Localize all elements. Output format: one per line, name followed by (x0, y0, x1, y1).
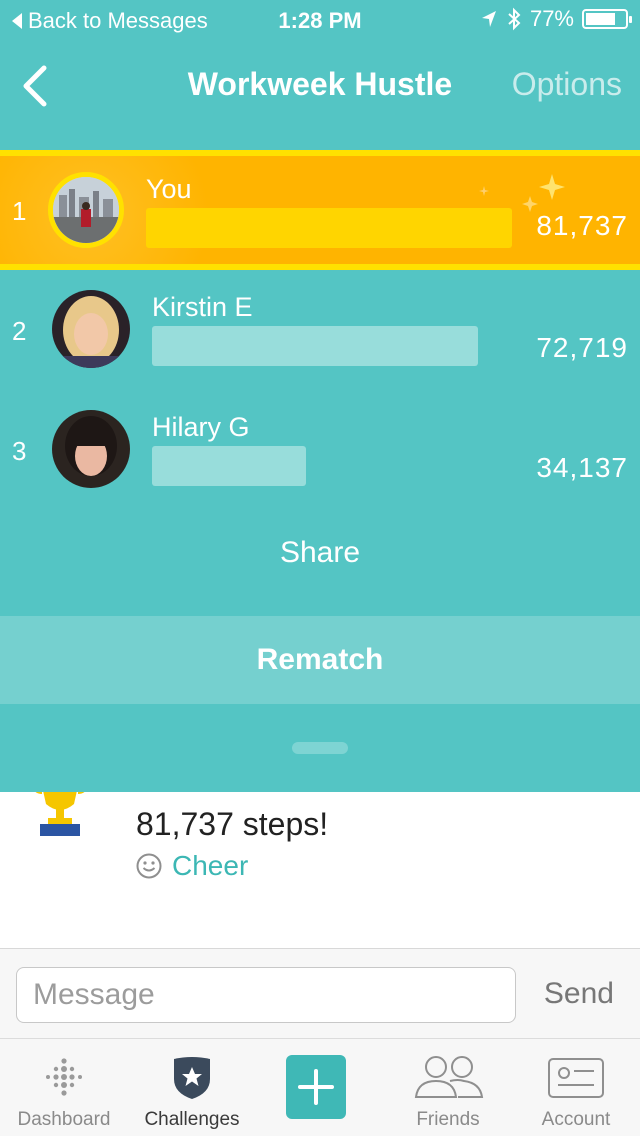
progress-bar (152, 446, 306, 486)
tab-label: Friends (416, 1109, 480, 1130)
avatar (52, 290, 130, 368)
drawer-handle[interactable] (292, 742, 348, 754)
battery-icon (582, 9, 632, 29)
step-count: 72,719 (536, 332, 628, 363)
status-indicators: 77% (480, 6, 632, 32)
tab-dashboard[interactable]: Dashboard (0, 1039, 128, 1136)
battery-percent: 77% (529, 6, 574, 31)
message-steps: 81,737 steps! (136, 806, 329, 842)
participant-name: Hilary G (152, 412, 250, 442)
people-icon (414, 1056, 484, 1098)
battery-nub (629, 16, 632, 23)
tab-label: Dashboard (17, 1109, 111, 1130)
challenge-panel: Back to Messages 1:28 PM 77% Workweek Hu… (0, 0, 640, 792)
tab-bar: Dashboard Challenges Friends Account (0, 1038, 640, 1136)
navigation-bar: Workweek Hustle Options (0, 50, 640, 120)
tab-label: Account (541, 1109, 611, 1130)
step-count: 34,137 (536, 452, 628, 483)
leaderboard-row[interactable]: 2 Kirstin E 72,719 (0, 270, 640, 390)
message-text: 81,737 steps! (136, 806, 328, 843)
send-button[interactable]: Send (544, 977, 614, 1011)
rank-number: 3 (12, 436, 27, 466)
participant-name: You (146, 174, 192, 204)
avatar (52, 410, 130, 488)
message-input[interactable] (16, 967, 516, 1023)
cheer-button[interactable]: Cheer (136, 850, 248, 882)
tab-account[interactable]: Account (512, 1039, 640, 1136)
bluetooth-icon (508, 7, 521, 31)
battery-fill (586, 13, 615, 25)
progress-bar (146, 208, 512, 248)
dots-grid-icon (46, 1058, 82, 1096)
compose-bar: Send (0, 948, 640, 1038)
tab-friends[interactable]: Friends (384, 1039, 512, 1136)
rank-number: 2 (12, 316, 27, 346)
cheer-label: Cheer (172, 850, 249, 881)
star-shield-icon (174, 1057, 210, 1099)
avatar-photo (53, 177, 119, 243)
share-button[interactable]: Share (0, 536, 640, 570)
plus-icon (286, 1055, 346, 1119)
message-bubble: 81,737 steps! Cheer (0, 792, 640, 948)
progress-bar (152, 326, 478, 366)
tab-add[interactable] (256, 1039, 384, 1136)
smiley-icon (136, 853, 162, 879)
avatar-photo (52, 410, 130, 488)
avatar-photo (52, 290, 130, 368)
tab-label: Challenges (144, 1109, 240, 1130)
id-card-icon (548, 1058, 604, 1098)
options-button[interactable]: Options (512, 66, 622, 103)
location-arrow-icon (481, 11, 496, 27)
plus-glyph (298, 1069, 334, 1105)
sparkle-icon (479, 174, 565, 212)
rematch-button[interactable]: Rematch (0, 616, 640, 704)
avatar (48, 172, 124, 248)
leaderboard-row[interactable]: 3 Hilary G 34,137 (0, 390, 640, 510)
participant-name: Kirstin E (152, 292, 253, 322)
rank-number: 1 (12, 196, 27, 226)
leaderboard-row-you[interactable]: 1 You 81,737 (0, 150, 640, 270)
tab-challenges[interactable]: Challenges (128, 1039, 256, 1136)
status-bar: Back to Messages 1:28 PM 77% (0, 0, 640, 40)
trophy-icon (35, 792, 85, 836)
